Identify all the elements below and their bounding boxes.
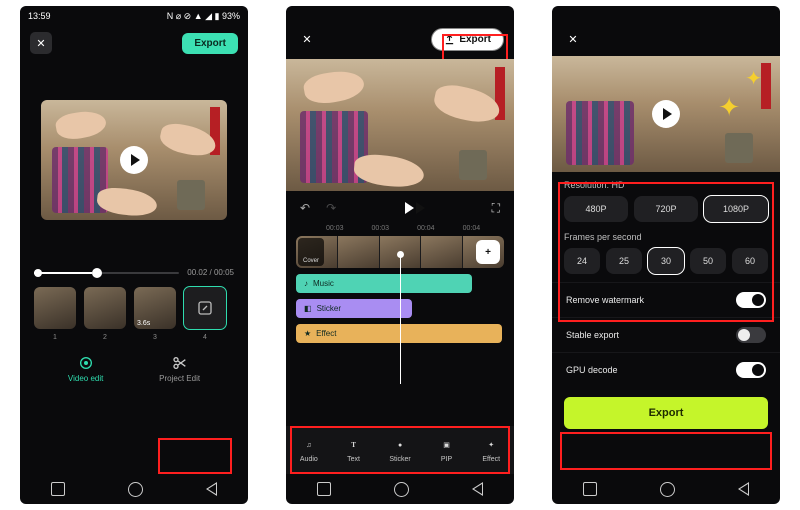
export-button[interactable]: Export — [182, 33, 238, 54]
toggle-stable-export[interactable]: Stable export — [552, 317, 780, 352]
track-effect[interactable]: ★Effect — [296, 324, 502, 343]
nav-back[interactable] — [738, 482, 749, 496]
video-edit-icon — [78, 355, 94, 371]
close-button[interactable]: ✕ — [296, 29, 318, 51]
fps-chip[interactable]: 30 — [648, 248, 684, 274]
fps-chip[interactable]: 50 — [690, 248, 726, 274]
tool-effect[interactable]: ✦Effect — [482, 437, 500, 463]
resolution-chip[interactable]: 720P — [634, 196, 698, 222]
tool-audio[interactable]: ♫Audio — [300, 437, 318, 463]
slider-time: 00.02 / 00:05 — [187, 268, 234, 277]
play-button[interactable] — [403, 197, 425, 219]
screen-timeline: ✕ Export ↶ ↷ ⛶ 00:03 00:03 — [286, 6, 514, 504]
switch[interactable] — [736, 327, 766, 343]
track-sticker[interactable]: ◧Sticker — [296, 299, 412, 318]
highlight-project-edit — [158, 438, 232, 474]
clip-thumb-edit[interactable]: 4 — [184, 287, 226, 329]
text-icon: T — [346, 437, 362, 453]
status-time: 13:59 — [28, 11, 51, 21]
nav-recents[interactable] — [317, 482, 331, 496]
close-button[interactable]: ✕ — [562, 28, 584, 50]
sticker-icon: ◧ — [304, 304, 312, 313]
screen-video-edit: 13:59 N ⌀ ⊘ ▲ ◢ ▮ 93% ✕ Export 00.02 / 0… — [20, 6, 248, 504]
music-icon: ♪ — [304, 279, 308, 288]
nav-home[interactable] — [660, 482, 675, 497]
nav-back[interactable] — [472, 482, 483, 496]
progress-slider[interactable]: 00.02 / 00:05 — [20, 268, 248, 277]
close-button[interactable]: ✕ — [30, 32, 52, 54]
nav-home[interactable] — [394, 482, 409, 497]
screen-export-settings: ✕ ✦ ✦ Resolution: HD 480P 720P 1080P Fra… — [552, 6, 780, 504]
nav-recents[interactable] — [51, 482, 65, 496]
fps-options: 24 25 30 50 60 — [564, 248, 768, 274]
nav-home[interactable] — [128, 482, 143, 497]
fps-chip[interactable]: 24 — [564, 248, 600, 274]
fps-chip[interactable]: 25 — [606, 248, 642, 274]
edit-icon — [197, 300, 213, 316]
fullscreen-icon[interactable]: ⛶ — [492, 201, 500, 216]
video-preview[interactable] — [286, 59, 514, 191]
cover-frame[interactable]: Cover — [298, 238, 324, 266]
switch[interactable] — [736, 292, 766, 308]
playhead[interactable] — [400, 254, 401, 384]
sticker-tool-icon: ● — [392, 437, 408, 453]
clip-thumbnails: 1 2 3.6s 3 4 — [20, 277, 248, 333]
play-icon[interactable] — [120, 146, 148, 174]
undo-icon[interactable]: ↶ — [300, 201, 310, 215]
android-nav — [20, 474, 248, 504]
timeline-ruler: 00:03 00:03 00:04 00:04 — [286, 225, 514, 232]
tool-sticker[interactable]: ●Sticker — [389, 437, 410, 463]
switch[interactable] — [736, 362, 766, 378]
audio-icon: ♫ — [301, 437, 317, 453]
clip-thumb[interactable]: 1 — [34, 287, 76, 329]
fps-chip[interactable]: 60 — [732, 248, 768, 274]
play-icon[interactable] — [652, 100, 680, 128]
export-button[interactable]: Export — [564, 397, 768, 429]
redo-icon[interactable]: ↷ — [326, 201, 336, 215]
add-clip-button[interactable]: + — [476, 240, 500, 264]
nav-recents[interactable] — [583, 482, 597, 496]
android-nav — [286, 474, 514, 504]
nav-back[interactable] — [206, 482, 217, 496]
clip-thumb[interactable]: 3.6s 3 — [134, 287, 176, 329]
status-icons: N ⌀ ⊘ ▲ ◢ ▮ 93% — [167, 11, 240, 22]
tool-text[interactable]: TText — [346, 437, 362, 463]
toggle-gpu-decode[interactable]: GPU decode — [552, 352, 780, 387]
resolution-options: 480P 720P 1080P — [564, 196, 768, 222]
upload-icon — [444, 34, 455, 45]
video-preview[interactable]: ✦ ✦ — [552, 56, 780, 172]
tab-video-edit[interactable]: Video edit — [68, 355, 103, 383]
effect-tool-icon: ✦ — [483, 437, 499, 453]
sparkle-icon: ✦ — [718, 92, 740, 123]
highlight-export-button — [560, 432, 772, 470]
resolution-chip[interactable]: 480P — [564, 196, 628, 222]
export-button[interactable]: Export — [431, 28, 504, 51]
clip-thumb[interactable]: 2 — [84, 287, 126, 329]
sparkle-icon: ✦ — [745, 66, 762, 91]
status-bar: 13:59 N ⌀ ⊘ ▲ ◢ ▮ 93% — [20, 6, 248, 26]
tab-project-edit[interactable]: Project Edit — [159, 355, 200, 383]
effect-icon: ★ — [304, 329, 311, 338]
video-preview[interactable] — [41, 100, 227, 220]
tool-tabs: ♫Audio TText ●Sticker ▣PIP ✦Effect — [286, 426, 514, 474]
pip-icon: ▣ — [439, 437, 455, 453]
resolution-chip[interactable]: 1080P — [704, 196, 768, 222]
fps-title: Frames per second — [564, 232, 768, 242]
tool-pip[interactable]: ▣PIP — [439, 437, 455, 463]
scissors-icon — [172, 355, 188, 371]
resolution-title: Resolution: HD — [564, 180, 768, 190]
toggle-remove-watermark[interactable]: Remove watermark — [552, 282, 780, 317]
android-nav — [552, 474, 780, 504]
track-music[interactable]: ♪Music — [296, 274, 472, 293]
